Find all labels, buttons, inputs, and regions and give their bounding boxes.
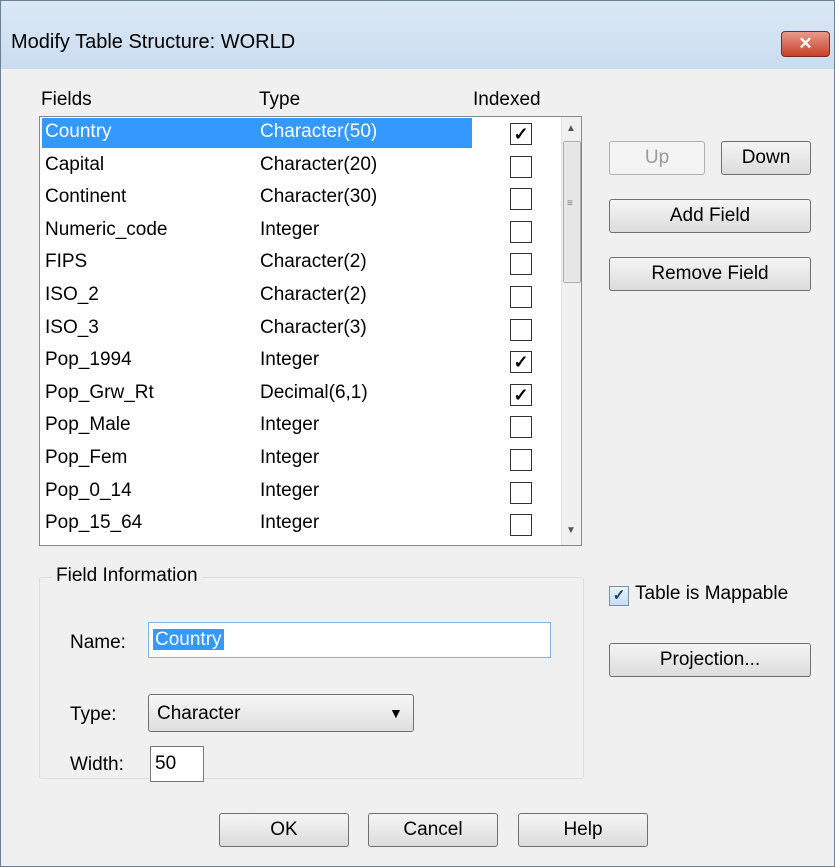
field-row[interactable]: Pop_Male Integer (42, 411, 562, 443)
width-label: Width: (70, 754, 124, 775)
field-name: Pop_15_64 (45, 512, 143, 534)
table-mappable-checkbox[interactable]: ✓ (609, 586, 629, 606)
field-row[interactable]: Pop_0_14 Integer (42, 477, 562, 509)
field-type: Character(20) (260, 153, 378, 175)
name-input[interactable]: Country (148, 622, 551, 658)
indexed-checkbox[interactable] (510, 286, 532, 308)
field-name: ISO_2 (45, 284, 99, 305)
field-type: Integer (260, 512, 320, 534)
field-type: Integer (260, 447, 320, 468)
dialog-body: Fields Type Indexed Country Character(50)… (1, 69, 834, 866)
table-mappable-label[interactable]: Table is Mappable (635, 583, 788, 605)
field-name: Pop_Fem (45, 447, 128, 468)
indexed-checkbox[interactable] (510, 481, 532, 504)
indexed-checkbox[interactable]: ✓ (510, 351, 532, 374)
field-name: ISO_3 (45, 316, 99, 338)
check-icon: ✓ (513, 384, 529, 405)
indexed-checkbox[interactable] (510, 514, 532, 537)
name-label: Name: (70, 632, 126, 653)
indexed-checkbox[interactable] (510, 188, 532, 211)
field-row[interactable]: Pop_15_64 Integer (42, 509, 562, 541)
type-select-value: Character (157, 703, 241, 724)
field-name: FIPS (45, 251, 88, 273)
width-value: 50 (155, 753, 177, 774)
field-row[interactable]: ISO_2 Character(2) (42, 281, 562, 313)
cancel-button[interactable]: Cancel (368, 813, 498, 847)
check-icon: ✓ (513, 124, 529, 144)
field-name: Continent (45, 186, 127, 208)
up-button[interactable]: Up (609, 141, 705, 175)
indexed-checkbox[interactable] (510, 155, 532, 178)
field-row[interactable]: FIPS Character(2) (42, 248, 562, 280)
indexed-checkbox[interactable] (510, 416, 532, 439)
field-information-group: Field Information Name: Country Type: Ch… (39, 565, 584, 782)
field-row[interactable]: ISO_3 Character(3) (42, 314, 562, 346)
field-name: Pop_Grw_Rt (45, 381, 154, 403)
window-title: Modify Table Structure: WORLD (11, 31, 296, 53)
type-select[interactable]: Character ▼ (148, 694, 414, 732)
field-type: Character(50) (260, 121, 378, 142)
fields-list[interactable]: Country Character(50) ✓ Capital Character(20… (39, 116, 582, 546)
name-value: Country (153, 629, 224, 650)
scroll-up-arrow-icon[interactable]: ▲ (566, 123, 576, 134)
field-type: Integer (260, 218, 320, 240)
close-button[interactable]: ✕ (781, 31, 830, 57)
down-button[interactable]: Down (721, 141, 811, 175)
field-name: Country (45, 121, 112, 142)
type-column-header: Type (259, 89, 301, 110)
field-row[interactable]: Pop_Fem Integer (42, 444, 562, 476)
field-type: Character(30) (260, 186, 378, 208)
field-name: Pop_1994 (45, 349, 132, 371)
field-row[interactable]: Continent Character(30) (42, 183, 562, 215)
field-name: Capital (45, 153, 105, 175)
width-input[interactable]: 50 (150, 746, 204, 782)
indexed-checkbox[interactable] (510, 253, 532, 276)
field-row[interactable]: Pop_1994 Integer ✓ (42, 346, 562, 378)
indexed-checkbox[interactable]: ✓ (510, 383, 532, 406)
close-icon: ✕ (798, 34, 813, 53)
title-bar: Modify Table Structure: WORLD ✕ (1, 1, 834, 69)
projection-button[interactable]: Projection... (609, 643, 811, 677)
field-type: Integer (260, 414, 320, 436)
indexed-column-header: Indexed (473, 89, 541, 110)
chevron-down-icon: ▼ (389, 705, 403, 721)
field-type: Character(2) (260, 251, 367, 273)
field-name: Pop_0_14 (45, 479, 132, 501)
add-field-button[interactable]: Add Field (609, 199, 811, 233)
field-type: Character(2) (260, 284, 367, 305)
fields-list-scrollbar[interactable]: ▲ ≡ ▼ (561, 117, 581, 545)
fields-column-header: Fields (41, 89, 92, 110)
remove-field-button[interactable]: Remove Field (609, 257, 811, 291)
indexed-checkbox[interactable] (510, 220, 532, 243)
field-name: Numeric_code (45, 218, 168, 240)
scroll-down-arrow-icon[interactable]: ▼ (566, 525, 576, 536)
field-type: Character(3) (260, 316, 367, 338)
indexed-checkbox[interactable]: ✓ (510, 123, 532, 145)
field-row[interactable]: Capital Character(20) (42, 151, 562, 183)
field-type: Decimal(6,1) (260, 381, 368, 403)
check-icon: ✓ (612, 587, 626, 604)
field-type: Integer (260, 479, 320, 501)
field-row[interactable]: Numeric_code Integer (42, 216, 562, 248)
indexed-checkbox[interactable] (510, 318, 532, 341)
check-icon: ✓ (513, 352, 529, 373)
scroll-thumb[interactable]: ≡ (563, 141, 581, 283)
field-name: Pop_Male (45, 414, 131, 436)
field-information-label: Field Information (52, 565, 202, 587)
field-row[interactable]: Pop_Grw_Rt Decimal(6,1) ✓ (42, 379, 562, 411)
help-button[interactable]: Help (518, 813, 648, 847)
grip-icon: ≡ (567, 198, 573, 209)
indexed-checkbox[interactable] (510, 449, 532, 471)
type-label: Type: (70, 704, 117, 725)
field-row[interactable]: Country Character(50) ✓ (42, 118, 562, 150)
ok-button[interactable]: OK (219, 813, 349, 847)
modify-table-structure-dialog: Modify Table Structure: WORLD ✕ Fields T… (0, 0, 835, 867)
field-type: Integer (260, 349, 320, 371)
